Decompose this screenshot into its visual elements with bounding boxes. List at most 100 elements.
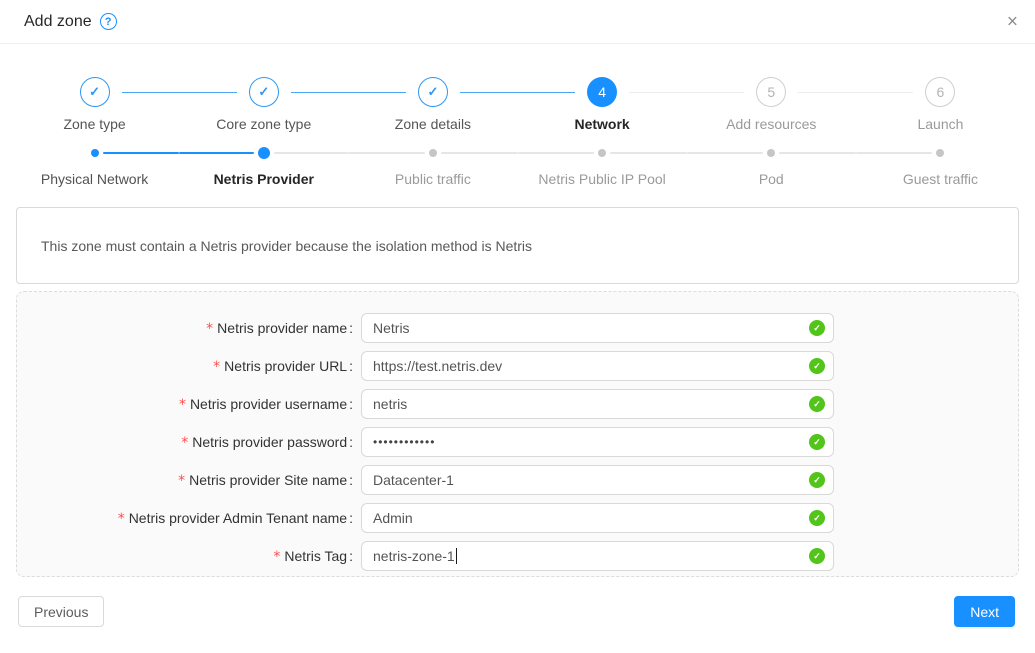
substep-label: Public traffic — [395, 171, 471, 187]
substep-connector — [348, 152, 425, 154]
step-label: Network — [574, 116, 629, 132]
netris-provider-username-input[interactable]: netris ✓ — [361, 389, 834, 419]
step-label: Core zone type — [216, 116, 311, 132]
step-connector — [10, 92, 68, 93]
substep-label: Guest traffic — [903, 171, 978, 187]
substep-connector — [518, 152, 595, 154]
label-colon: : — [349, 472, 353, 488]
netris-provider-name-input[interactable]: Netris ✓ — [361, 313, 834, 343]
step-item-launch: 6 Launch — [856, 77, 1025, 132]
next-button[interactable]: Next — [954, 596, 1015, 627]
substep-label: Netris Provider — [214, 171, 314, 187]
substep-connector — [179, 152, 254, 154]
network-sub-steps: Physical Network Netris Provider Public … — [10, 147, 1025, 187]
valid-check-icon: ✓ — [809, 358, 825, 374]
step-connector — [122, 92, 180, 93]
valid-check-icon: ✓ — [809, 472, 825, 488]
required-asterisk: * — [179, 397, 186, 413]
substep-item-physical-network: Physical Network — [10, 147, 179, 187]
wizard-steps: ✓ Zone type ✓ Core zone type ✓ Zone deta… — [10, 77, 1025, 132]
substep-connector — [687, 152, 764, 154]
label-colon: : — [349, 510, 353, 526]
substep-connector — [948, 152, 1025, 154]
label-colon: : — [349, 396, 353, 412]
netris-provider-form: *Netris provider name: Netris ✓ *Netris … — [16, 291, 1019, 577]
valid-check-icon: ✓ — [809, 320, 825, 336]
label-colon: : — [349, 358, 353, 374]
step-number-icon: 4 — [587, 77, 617, 107]
substep-connector — [610, 152, 687, 154]
field-label: *Netris provider password: — [41, 434, 361, 451]
form-row: *Netris provider password: •••••••••••• … — [41, 427, 994, 457]
substep-label: Pod — [759, 171, 784, 187]
label-colon: : — [349, 434, 353, 450]
step-connector — [856, 92, 914, 93]
notice-text: This zone must contain a Netris provider… — [41, 238, 532, 254]
substep-connector — [441, 152, 518, 154]
form-row: *Netris provider Admin Tenant name: Admi… — [41, 503, 994, 533]
step-number-icon: 6 — [925, 77, 955, 107]
notice-box: This zone must contain a Netris provider… — [16, 207, 1019, 284]
step-item-zone-type: ✓ Zone type — [10, 77, 179, 132]
field-label: *Netris provider URL: — [41, 358, 361, 375]
close-icon[interactable]: × — [1007, 12, 1018, 31]
step-check-icon: ✓ — [80, 77, 110, 107]
substep-dot-icon — [767, 149, 775, 157]
step-connector — [518, 92, 576, 93]
netris-provider-url-input[interactable]: https://test.netris.dev ✓ — [361, 351, 834, 381]
step-connector — [348, 92, 406, 93]
netris-provider-admin-tenant-name-input[interactable]: Admin ✓ — [361, 503, 834, 533]
step-item-core-zone-type: ✓ Core zone type — [179, 77, 348, 132]
required-asterisk: * — [273, 549, 280, 565]
substep-dot-icon — [429, 149, 437, 157]
netris-provider-site-name-input[interactable]: Datacenter-1 ✓ — [361, 465, 834, 495]
help-icon[interactable]: ? — [100, 13, 117, 30]
substep-connector — [856, 152, 933, 154]
add-zone-dialog: Add zone ? × ✓ Zone type ✓ Core zone typ… — [0, 0, 1035, 653]
form-row: *Netris provider URL: https://test.netri… — [41, 351, 994, 381]
step-item-network: 4 Network — [518, 77, 687, 132]
substep-dot-icon — [258, 147, 270, 159]
dialog-footer: Previous Next — [18, 596, 1015, 627]
step-connector — [179, 92, 237, 93]
valid-check-icon: ✓ — [809, 434, 825, 450]
substep-dot-icon — [91, 149, 99, 157]
substep-item-public-traffic: Public traffic — [348, 147, 517, 187]
substep-item-pod: Pod — [687, 147, 856, 187]
substep-item-guest-traffic: Guest traffic — [856, 147, 1025, 187]
label-colon: : — [349, 548, 353, 564]
valid-check-icon: ✓ — [809, 396, 825, 412]
substep-connector — [103, 152, 180, 154]
step-number-icon: 5 — [756, 77, 786, 107]
step-connector — [967, 92, 1025, 93]
field-label: *Netris provider name: — [41, 320, 361, 337]
step-check-icon: ✓ — [249, 77, 279, 107]
substep-item-netris-public-ip-pool: Netris Public IP Pool — [518, 147, 687, 187]
previous-button[interactable]: Previous — [18, 596, 104, 627]
netris-tag-input[interactable]: netris-zone-1 ✓ — [361, 541, 834, 571]
step-connector — [460, 92, 518, 93]
text-caret — [456, 548, 458, 564]
valid-check-icon: ✓ — [809, 510, 825, 526]
substep-connector — [10, 152, 87, 154]
netris-provider-password-input[interactable]: •••••••••••• ✓ — [361, 427, 834, 457]
form-row: *Netris provider Site name: Datacenter-1… — [41, 465, 994, 495]
field-label: *Netris provider Admin Tenant name: — [41, 510, 361, 527]
field-label: *Netris Tag: — [41, 548, 361, 565]
step-label: Launch — [917, 116, 963, 132]
form-row: *Netris provider name: Netris ✓ — [41, 313, 994, 343]
substep-dot-icon — [598, 149, 606, 157]
dialog-title: Add zone — [24, 13, 92, 31]
required-asterisk: * — [206, 321, 213, 337]
dialog-header: Add zone ? × — [0, 0, 1035, 44]
required-asterisk: * — [178, 473, 185, 489]
step-item-zone-details: ✓ Zone details — [348, 77, 517, 132]
label-colon: : — [349, 320, 353, 336]
step-connector — [291, 92, 349, 93]
step-label: Zone type — [63, 116, 125, 132]
substep-label: Physical Network — [41, 171, 148, 187]
substep-connector — [779, 152, 856, 154]
field-label: *Netris provider Site name: — [41, 472, 361, 489]
required-asterisk: * — [118, 511, 125, 527]
required-asterisk: * — [181, 435, 188, 451]
